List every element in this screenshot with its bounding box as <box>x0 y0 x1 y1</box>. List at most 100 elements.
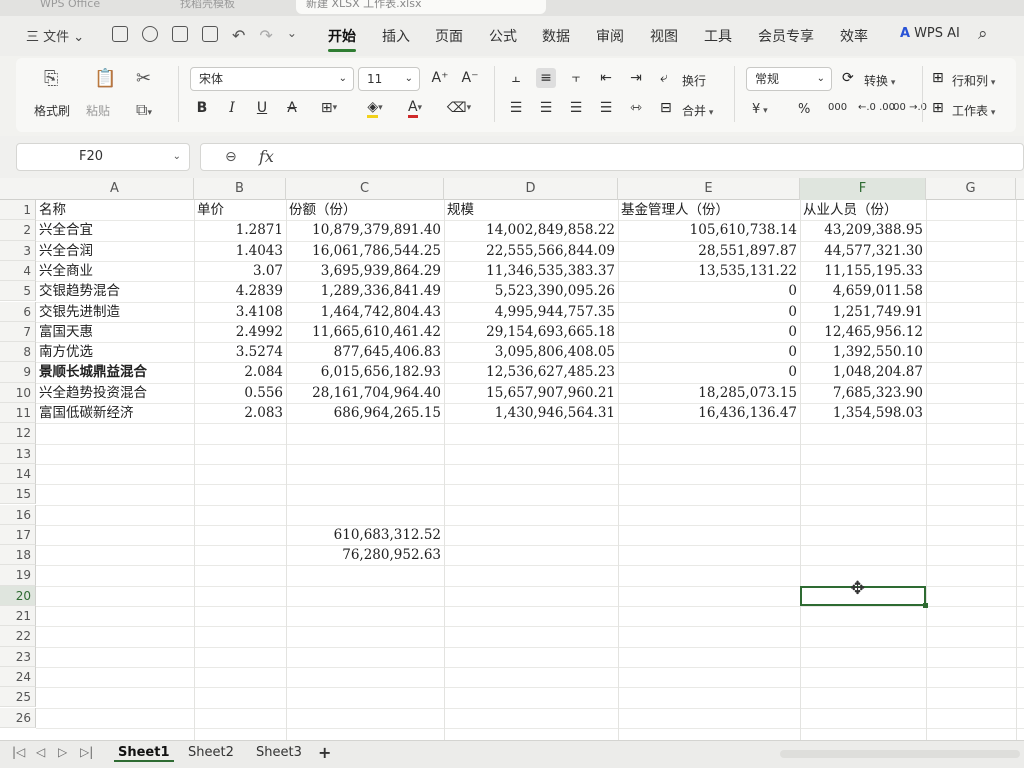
cell-a9[interactable]: 景顺长城鼎益混合 <box>36 362 194 382</box>
window-tab-wps-office[interactable]: WPS Office <box>30 0 110 14</box>
cell-c8[interactable]: 877,645,406.83 <box>286 342 444 362</box>
row-header-23[interactable]: 23 <box>0 646 36 667</box>
column-header-g[interactable]: G <box>926 178 1016 200</box>
cell-f5[interactable]: 4,659,011.58 <box>800 281 926 301</box>
wrap-text-button[interactable]: 换行 <box>682 72 706 89</box>
cell-b5[interactable]: 4.2839 <box>194 281 286 301</box>
increase-font-icon[interactable]: A⁺ <box>430 68 450 88</box>
column-header-e[interactable]: E <box>618 178 800 200</box>
cell-c10[interactable]: 28,161,704,964.40 <box>286 383 444 403</box>
cell-e10[interactable]: 18,285,073.15 <box>618 383 800 403</box>
bold-icon[interactable]: B <box>192 98 212 118</box>
row-col-button[interactable]: 行和列 ▾ <box>952 72 995 89</box>
cell-d2[interactable]: 14,002,849,858.22 <box>444 220 618 240</box>
row-header-14[interactable]: 14 <box>0 463 36 485</box>
menu-efficiency[interactable]: 效率 <box>840 26 868 46</box>
thousands-separator-button[interactable]: 000 <box>828 102 847 113</box>
row-header-24[interactable]: 24 <box>0 666 36 688</box>
strikethrough-icon[interactable]: A <box>282 98 302 118</box>
cell-e5[interactable]: 0 <box>618 281 800 301</box>
cell-f10[interactable]: 7,685,323.90 <box>800 383 926 403</box>
currency-button[interactable]: ¥ ▾ <box>752 102 768 117</box>
cell-b7[interactable]: 2.4992 <box>194 322 286 342</box>
font-size-select[interactable]: 11 ⌄ <box>358 67 420 91</box>
prev-sheet-icon[interactable]: ◁ <box>36 745 45 759</box>
cell-c17[interactable]: 610,683,312.52 <box>286 525 444 545</box>
cell-f4[interactable]: 11,155,195.33 <box>800 261 926 281</box>
column-header-c[interactable]: C <box>286 178 444 200</box>
cell-c7[interactable]: 11,665,610,461.42 <box>286 322 444 342</box>
worksheet-button[interactable]: 工作表 ▾ <box>952 102 995 119</box>
row-header-13[interactable]: 13 <box>0 443 36 464</box>
row-header-17[interactable]: 17 <box>0 524 36 546</box>
row-header-20[interactable]: 20 <box>0 585 36 606</box>
menu-review[interactable]: 审阅 <box>596 26 624 46</box>
row-header-8[interactable]: 8 <box>0 342 36 363</box>
cell-a4[interactable]: 兴全商业 <box>36 261 194 281</box>
last-sheet-icon[interactable]: ▷| <box>80 745 93 759</box>
clear-format-icon[interactable]: ⌫ ▾ <box>444 98 474 118</box>
row-header-12[interactable]: 12 <box>0 423 36 444</box>
cell-e11[interactable]: 16,436,136.47 <box>618 403 800 423</box>
window-tab-template[interactable]: 找稻壳模板 <box>170 0 245 14</box>
row-header-7[interactable]: 7 <box>0 321 36 343</box>
row-header-18[interactable]: 18 <box>0 545 36 566</box>
cell-f2[interactable]: 43,209,388.95 <box>800 220 926 240</box>
cell-d10[interactable]: 15,657,907,960.21 <box>444 383 618 403</box>
file-menu[interactable]: 三 文件 ⌄ <box>26 26 84 45</box>
copy-icon[interactable]: ⧉▾ <box>136 100 152 120</box>
row-header-10[interactable]: 10 <box>0 382 36 403</box>
print-preview-icon[interactable] <box>202 26 218 42</box>
cell-f8[interactable]: 1,392,550.10 <box>800 342 926 362</box>
cell-b4[interactable]: 3.07 <box>194 261 286 281</box>
cell-f11[interactable]: 1,354,598.03 <box>800 403 926 423</box>
sheet-tab-3[interactable]: Sheet3 <box>252 745 306 760</box>
menu-tools[interactable]: 工具 <box>704 26 732 46</box>
cell-d6[interactable]: 4,995,944,757.35 <box>444 302 618 322</box>
cell-e6[interactable]: 0 <box>618 302 800 322</box>
format-painter-icon[interactable]: ⎘ <box>44 68 58 89</box>
cell-b6[interactable]: 3.4108 <box>194 302 286 322</box>
formula-input[interactable]: ⊖ fx <box>200 143 1024 171</box>
cell-b2[interactable]: 1.2871 <box>194 220 286 240</box>
cell-d4[interactable]: 11,346,535,383.37 <box>444 261 618 281</box>
cell-e4[interactable]: 13,535,131.22 <box>618 261 800 281</box>
number-format-select[interactable]: 常规 ⌄ <box>746 67 832 91</box>
cell-c5[interactable]: 1,289,336,841.49 <box>286 281 444 301</box>
menu-formula[interactable]: 公式 <box>489 26 517 46</box>
zoom-icon[interactable]: ⊖ <box>225 149 237 165</box>
sheet-tab-2[interactable]: Sheet2 <box>184 745 238 760</box>
row-header-15[interactable]: 15 <box>0 484 36 505</box>
cell-c2[interactable]: 10,879,379,891.40 <box>286 220 444 240</box>
row-header-4[interactable]: 4 <box>0 260 36 282</box>
fx-icon[interactable]: fx <box>259 147 274 166</box>
next-sheet-icon[interactable]: ▷ <box>58 745 67 759</box>
menu-data[interactable]: 数据 <box>542 26 570 46</box>
cell-b1[interactable]: 单价 <box>194 200 286 220</box>
cell-c4[interactable]: 3,695,939,864.29 <box>286 261 444 281</box>
cell-b11[interactable]: 2.083 <box>194 403 286 423</box>
align-center-icon[interactable]: ☰ <box>536 98 556 118</box>
decrease-font-icon[interactable]: A⁻ <box>460 68 480 88</box>
indent-increase-icon[interactable]: ⇥ <box>626 68 646 88</box>
row-header-6[interactable]: 6 <box>0 301 36 322</box>
wps-ai-button[interactable]: A WPS AI <box>900 26 960 41</box>
font-name-select[interactable]: 宋体 ⌄ <box>190 67 354 91</box>
cut-icon[interactable]: ✂ <box>136 68 151 89</box>
cell-c18[interactable]: 76,280,952.63 <box>286 545 444 565</box>
row-header-1[interactable]: 1 <box>0 200 36 221</box>
share-icon[interactable] <box>142 26 158 42</box>
cell-a7[interactable]: 富国天惠 <box>36 322 194 342</box>
cell-a10[interactable]: 兴全趋势投资混合 <box>36 383 194 403</box>
distributed-icon[interactable]: ⇿ <box>626 98 646 118</box>
cell-d7[interactable]: 29,154,693,665.18 <box>444 322 618 342</box>
cell-a11[interactable]: 富国低碳新经济 <box>36 403 194 423</box>
add-sheet-button[interactable]: + <box>318 743 331 762</box>
column-header-d[interactable]: D <box>444 178 618 200</box>
fill-handle[interactable] <box>923 602 928 608</box>
align-bottom-icon[interactable]: ⫟ <box>566 68 586 88</box>
row-header-22[interactable]: 22 <box>0 626 36 647</box>
row-header-5[interactable]: 5 <box>0 281 36 302</box>
cell-b8[interactable]: 3.5274 <box>194 342 286 362</box>
worksheet-icon[interactable]: ⊞ <box>932 100 944 116</box>
